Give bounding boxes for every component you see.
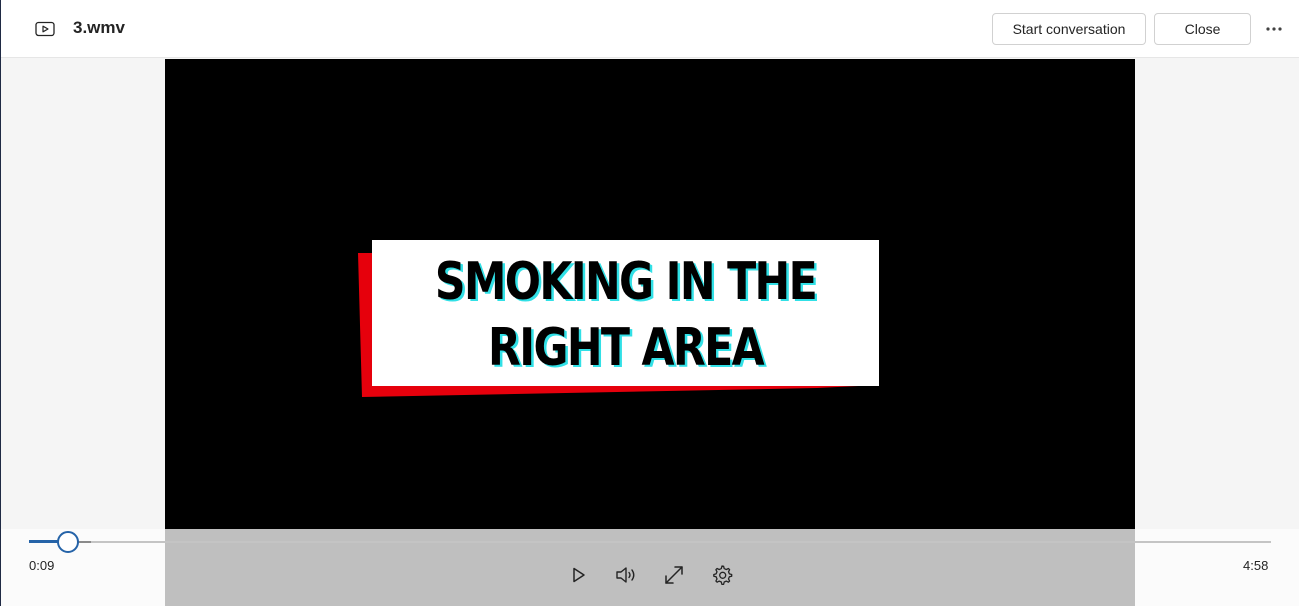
- file-title: 3.wmv: [73, 18, 125, 37]
- fullscreen-icon[interactable]: [661, 562, 687, 588]
- play-icon[interactable]: [565, 562, 591, 588]
- video-title-line-1: SMOKING IN THE: [434, 252, 818, 312]
- video-title-line-2: RIGHT AREA: [488, 318, 765, 378]
- seek-thumb[interactable]: [57, 531, 79, 553]
- current-time: 0:09: [29, 558, 55, 573]
- window-edge: [0, 0, 1, 606]
- close-button[interactable]: Close: [1154, 13, 1251, 45]
- total-time: 4:58: [1243, 558, 1269, 573]
- video-title-text: SMOKING IN THE RIGHT AREA: [418, 245, 834, 385]
- video-frame[interactable]: SMOKING IN THE RIGHT AREA: [165, 59, 1135, 529]
- more-options-icon[interactable]: [1262, 20, 1286, 38]
- video-file-icon: [35, 21, 55, 37]
- seek-bar[interactable]: [29, 541, 1271, 543]
- volume-icon[interactable]: [613, 562, 639, 588]
- settings-icon[interactable]: [709, 562, 735, 588]
- start-conversation-button[interactable]: Start conversation: [992, 13, 1146, 45]
- video-title-card: SMOKING IN THE RIGHT AREA: [357, 239, 882, 401]
